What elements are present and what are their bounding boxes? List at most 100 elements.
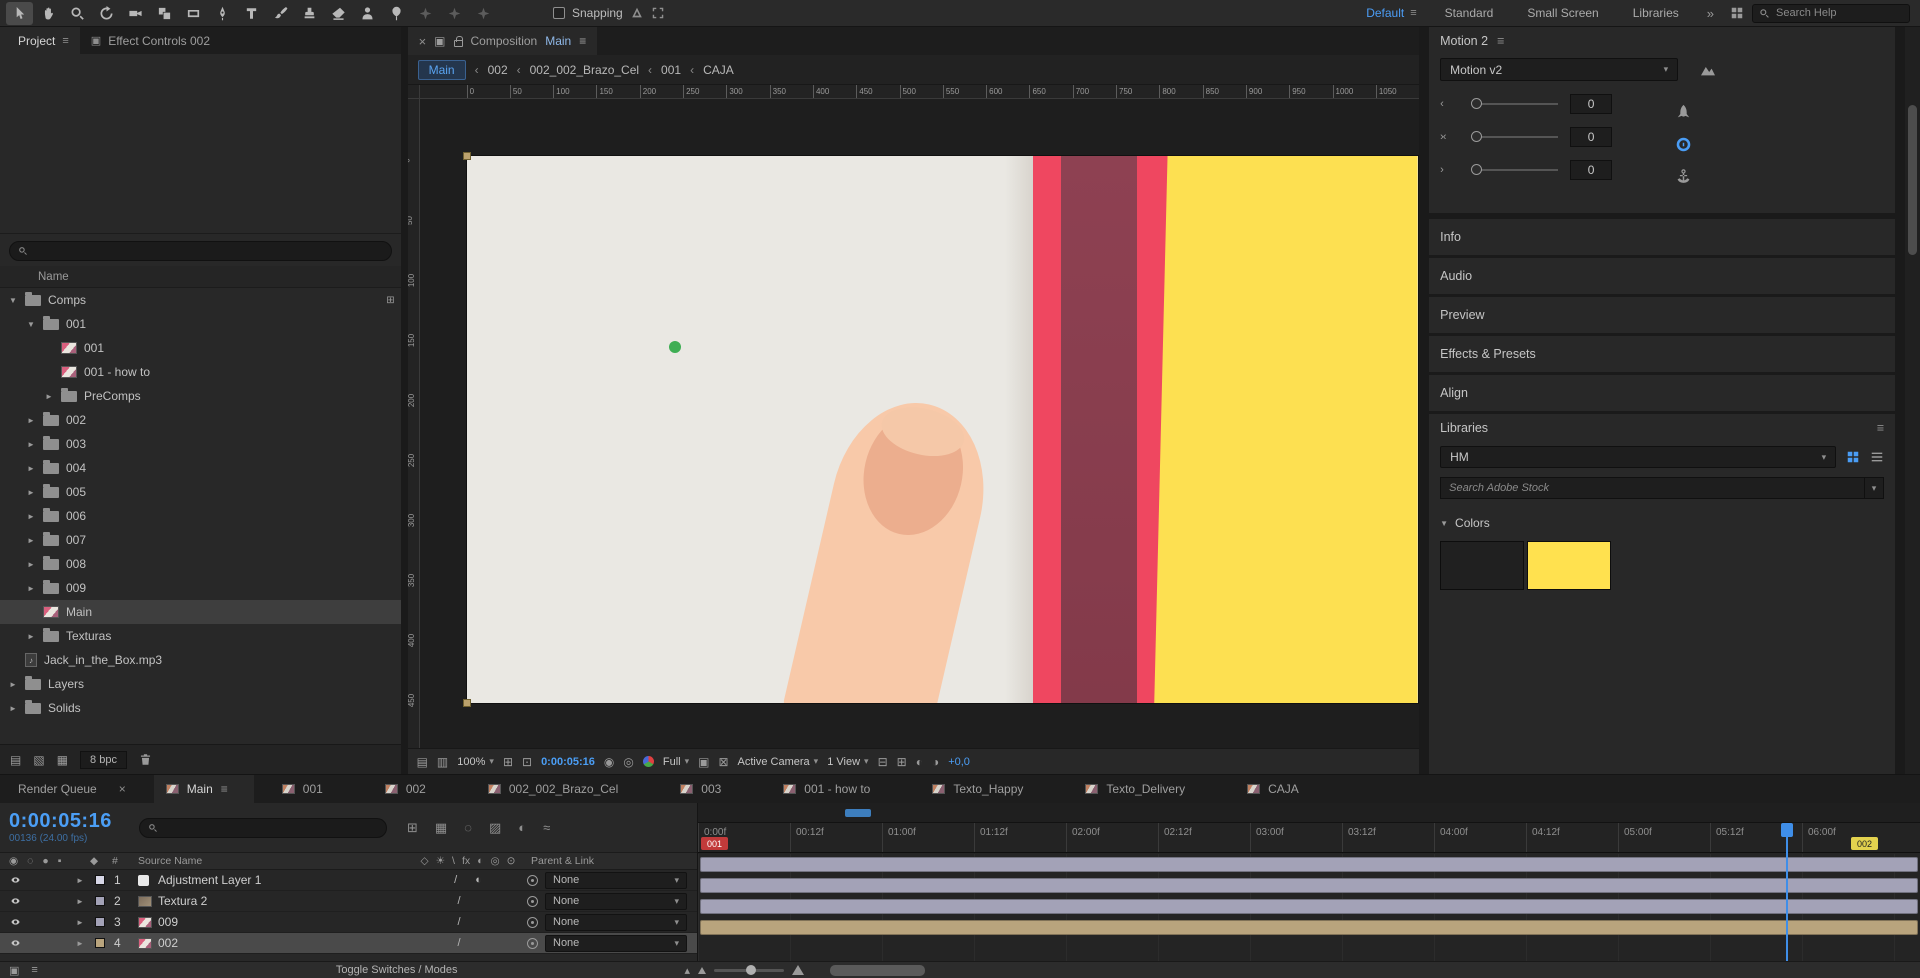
solo-icon[interactable]: ● xyxy=(42,855,48,867)
current-timecode[interactable]: 0:00:05:16 xyxy=(9,811,127,831)
new-folder-icon[interactable]: ▧ xyxy=(33,753,44,767)
tree-item[interactable]: 001 xyxy=(0,336,401,360)
hide-shy-icon[interactable]: ◌ xyxy=(464,820,472,836)
eye-icon[interactable] xyxy=(9,896,22,906)
collapsed-panel[interactable]: Effects & Presets xyxy=(1429,336,1896,372)
workspace-item[interactable]: Libraries xyxy=(1619,6,1699,20)
vertical-scrollbar[interactable] xyxy=(1905,27,1920,774)
layer-row[interactable]: ► 2 Textura 2 / None ▾ xyxy=(0,891,697,912)
timeline-tab[interactable]: 001 - how to xyxy=(771,775,904,803)
rotation-tool[interactable] xyxy=(93,2,120,25)
layer-label-color[interactable] xyxy=(88,938,112,948)
snap-beyond-edges-icon[interactable] xyxy=(651,6,665,20)
adobe-stock-search-box[interactable]: ▾ xyxy=(1440,477,1885,499)
timeline-tab[interactable]: 001 xyxy=(270,775,357,803)
breadcrumb-item[interactable]: CAJA xyxy=(690,63,734,77)
interpret-footage-icon[interactable]: ▤ xyxy=(10,753,21,767)
expand-panel-icon[interactable]: ▣ xyxy=(9,964,19,977)
layer-handle-bottom-left[interactable] xyxy=(462,699,471,707)
zoom-slider-thumb[interactable] xyxy=(745,964,756,975)
time-navigator[interactable] xyxy=(698,803,1920,823)
layer-label-color[interactable] xyxy=(88,917,112,927)
number-column-header[interactable]: # xyxy=(112,855,138,867)
timeline-tab[interactable]: CAJA xyxy=(1235,775,1333,803)
reset-exposure-icon[interactable]: ◑ xyxy=(932,755,939,769)
timeline-tracks-area[interactable]: 0:00f 00:12f 01:00f 01:12f 02:00f 02:12f… xyxy=(698,803,1920,961)
scrollbar-thumb[interactable] xyxy=(1908,105,1918,255)
timeline-tab[interactable]: 002 xyxy=(373,775,460,803)
layer-row[interactable]: ► 4 002 / None ▾ xyxy=(0,933,697,954)
collapsed-panel[interactable]: Align xyxy=(1429,375,1896,411)
pick-whip-icon[interactable] xyxy=(527,937,538,949)
twirl-icon[interactable] xyxy=(26,440,36,449)
layer-duration-bar[interactable] xyxy=(700,920,1918,935)
twirl-icon[interactable] xyxy=(44,392,54,401)
pick-whip-icon[interactable] xyxy=(527,895,538,907)
tree-item[interactable]: 001 - how to xyxy=(0,360,401,384)
collapsed-panel[interactable]: Info xyxy=(1429,219,1896,255)
layer-duration-bar[interactable] xyxy=(700,899,1918,914)
puppet-pin-tool[interactable] xyxy=(383,2,410,25)
collapse-icon[interactable]: ☀ xyxy=(436,855,445,867)
eraser-tool[interactable] xyxy=(325,2,352,25)
breadcrumb-item[interactable]: 002 xyxy=(475,63,508,77)
up-arrow-icon[interactable]: ▴ xyxy=(685,964,691,977)
fast-previews-icon[interactable]: ◐ xyxy=(916,755,923,769)
tree-item[interactable]: 008 xyxy=(0,552,401,576)
tree-item[interactable]: Main xyxy=(0,600,401,624)
timeline-tab[interactable]: Render Queue × xyxy=(6,775,138,803)
snapping-checkbox[interactable] xyxy=(553,7,565,19)
twirl-icon[interactable]: ► xyxy=(76,876,88,885)
swatch-dark[interactable] xyxy=(1440,541,1525,590)
playhead[interactable] xyxy=(1780,823,1793,961)
quality-switch[interactable]: / xyxy=(454,874,457,886)
export-frame-icon[interactable]: ▤ xyxy=(417,755,428,769)
timeline-tab[interactable]: 002_002_Brazo_Cel xyxy=(476,775,652,803)
twirl-icon[interactable]: ► xyxy=(76,918,88,927)
slider-value[interactable]: 0 xyxy=(1570,93,1613,114)
timeline-tab[interactable]: Texto_Happy xyxy=(920,775,1057,803)
tree-item[interactable]: 006 xyxy=(0,504,401,528)
grid-view-icon[interactable] xyxy=(1846,450,1860,464)
3d-col-icon[interactable]: ⊙ xyxy=(507,855,516,867)
selection-tool[interactable] xyxy=(6,1,33,25)
roto-brush-tool[interactable] xyxy=(354,2,381,25)
navigator-segment[interactable] xyxy=(844,809,871,817)
tree-item[interactable]: PreComps xyxy=(0,384,401,408)
tree-item[interactable]: Layers xyxy=(0,672,401,696)
breadcrumb-item[interactable]: 002_002_Brazo_Cel xyxy=(517,63,639,77)
tree-item[interactable]: Comps ⊞ xyxy=(0,288,401,312)
zoom-out-mountain-icon[interactable] xyxy=(698,966,707,974)
comp-marker[interactable]: 001 xyxy=(701,837,729,850)
search-options-dropdown[interactable]: ▾ xyxy=(1863,478,1883,498)
clone-stamp-tool[interactable] xyxy=(296,2,323,25)
project-search-input[interactable] xyxy=(34,245,383,257)
twirl-icon[interactable] xyxy=(26,488,36,497)
list-view-icon[interactable] xyxy=(1870,450,1884,464)
motion-blur-col-icon[interactable]: ◐ xyxy=(477,855,483,867)
trash-icon[interactable] xyxy=(139,753,152,766)
region-of-interest-icon[interactable]: ▣ xyxy=(698,755,709,769)
tree-item[interactable]: 007 xyxy=(0,528,401,552)
swatch-yellow[interactable] xyxy=(1527,541,1612,590)
quality-icon[interactable]: \ xyxy=(452,855,455,867)
artwork-paper[interactable] xyxy=(466,156,1418,703)
show-snapshot-icon[interactable]: ◎ xyxy=(623,755,633,769)
graph-icon[interactable] xyxy=(1694,62,1722,78)
timeline-zoom-slider[interactable] xyxy=(714,964,785,975)
slider-value[interactable]: 0 xyxy=(1570,159,1613,180)
motion-slider[interactable] xyxy=(1471,163,1559,175)
tool-option-3[interactable] xyxy=(470,2,497,25)
close-icon[interactable]: × xyxy=(119,782,126,796)
snap-to-feature-icon[interactable] xyxy=(630,6,644,20)
label-column-header[interactable]: ◆ xyxy=(76,855,112,867)
panel-tab[interactable]: Project ≡ xyxy=(0,27,80,54)
layer-name[interactable]: Adjustment Layer 1 xyxy=(158,873,409,887)
motion-preset-dropdown[interactable]: Motion v2 ▾ xyxy=(1440,58,1679,81)
source-name-column-header[interactable]: Source Name xyxy=(138,855,409,867)
quality-switch[interactable]: / xyxy=(457,895,460,907)
close-icon[interactable]: × xyxy=(419,34,427,49)
snapshot-icon[interactable]: ◉ xyxy=(604,755,614,769)
view-layout-dropdown[interactable]: 1 View ▾ xyxy=(827,756,868,768)
help-search-box[interactable] xyxy=(1752,3,1910,23)
